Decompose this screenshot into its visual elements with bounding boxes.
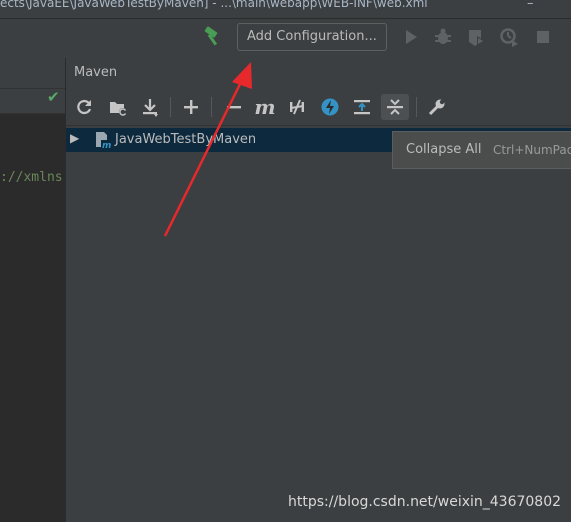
show-dependencies-icon[interactable] — [350, 95, 374, 119]
check-icon: ✔ — [47, 88, 60, 106]
collapse-all-icon[interactable] — [383, 95, 407, 119]
maven-project-icon: m — [93, 130, 113, 151]
run-icon[interactable] — [400, 26, 422, 48]
maven-panel-title: Maven — [74, 65, 118, 80]
toolbar-separator — [211, 97, 212, 117]
code-line: ://xmlns — [0, 170, 63, 185]
execute-goal-icon[interactable]: m — [253, 95, 277, 119]
watermark: https://blog.csdn.net/weixin_43670802 — [288, 494, 562, 510]
editor-header — [0, 58, 65, 89]
minus-icon[interactable] — [222, 95, 246, 119]
profile-icon[interactable] — [498, 26, 520, 48]
tree-item-label[interactable]: JavaWebTestByMaven — [115, 132, 256, 147]
skip-tests-icon[interactable] — [318, 95, 342, 119]
stop-icon[interactable] — [532, 26, 554, 48]
add-configuration-button[interactable]: Add Configuration... — [237, 23, 387, 51]
window-minimize-button[interactable]: – — [527, 0, 534, 11]
toolbar-separator — [416, 97, 417, 117]
add-icon[interactable] — [179, 95, 203, 119]
tooltip-shortcut: Ctrl+NumPad - — [493, 143, 571, 157]
tooltip-label: Collapse All — [406, 142, 482, 157]
debug-icon[interactable] — [432, 26, 454, 48]
toggle-offline-icon[interactable] — [285, 95, 309, 119]
svg-text:m: m — [102, 141, 111, 150]
reload-icon[interactable] — [73, 95, 97, 119]
tooltip: Collapse All Ctrl+NumPad - — [392, 131, 571, 169]
divider — [66, 125, 571, 126]
window-title: ects\JavaEE\JavaWebTestByMaven] - ...\ma… — [0, 0, 428, 10]
hammer-icon[interactable] — [200, 25, 224, 49]
window-title-bar: ects\JavaEE\JavaWebTestByMaven] - ...\ma… — [0, 0, 571, 18]
settings-wrench-icon[interactable] — [425, 95, 449, 119]
expand-arrow-icon[interactable]: ▶ — [70, 131, 79, 145]
coverage-icon[interactable] — [465, 26, 487, 48]
generate-sources-icon[interactable] — [106, 95, 130, 119]
toolbar-separator — [170, 97, 171, 117]
maven-m-label: m — [254, 95, 276, 119]
download-icon[interactable] — [138, 95, 162, 119]
